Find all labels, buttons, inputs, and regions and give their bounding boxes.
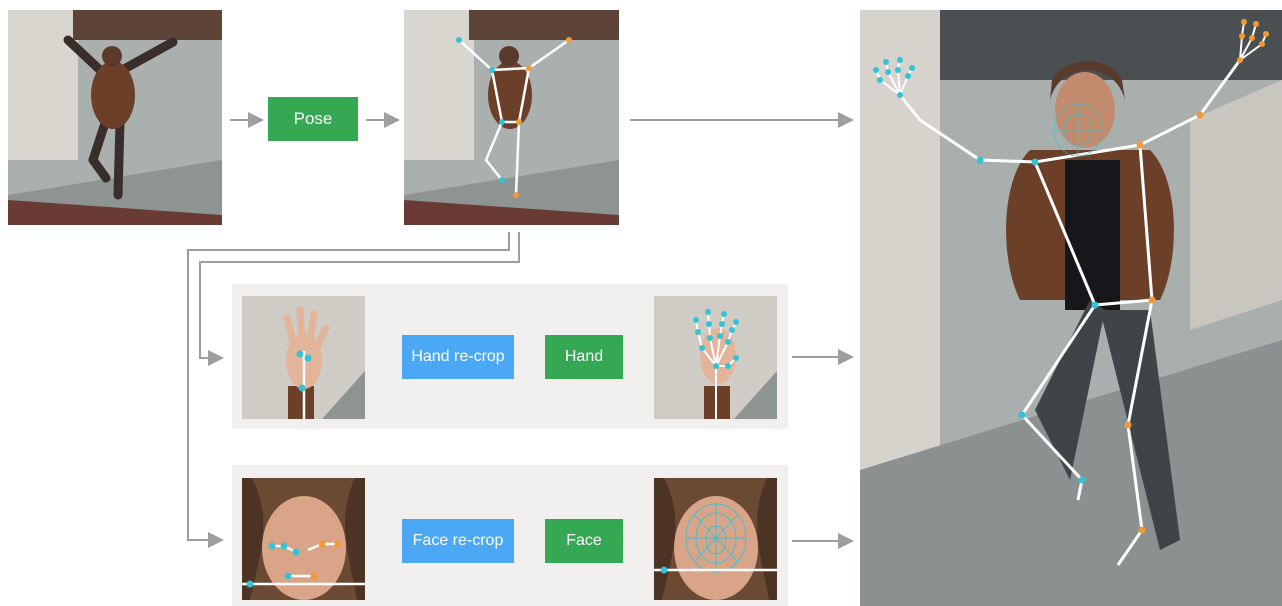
pose-model-box: Pose (268, 97, 358, 141)
pose-label: Pose (293, 109, 333, 128)
pose-result-photo (404, 10, 619, 225)
final-result-photo (860, 10, 1282, 606)
input-photo (8, 10, 222, 225)
hand-result-photo (654, 296, 777, 419)
face-recrop-box: Face re-crop (402, 519, 514, 563)
hand-recrop-box: Hand re-crop (402, 335, 514, 379)
face-recrop-label: Face re-crop (412, 532, 504, 549)
face-model-box: Face (545, 519, 623, 563)
face-crop-photo (242, 478, 365, 600)
hand-label: Hand (564, 348, 604, 365)
hand-crop-photo (242, 296, 365, 419)
face-label: Face (566, 532, 602, 549)
face-mesh-photo (654, 478, 777, 600)
hand-recrop-label: Hand re-crop (411, 348, 505, 365)
hand-model-box: Hand (545, 335, 623, 379)
